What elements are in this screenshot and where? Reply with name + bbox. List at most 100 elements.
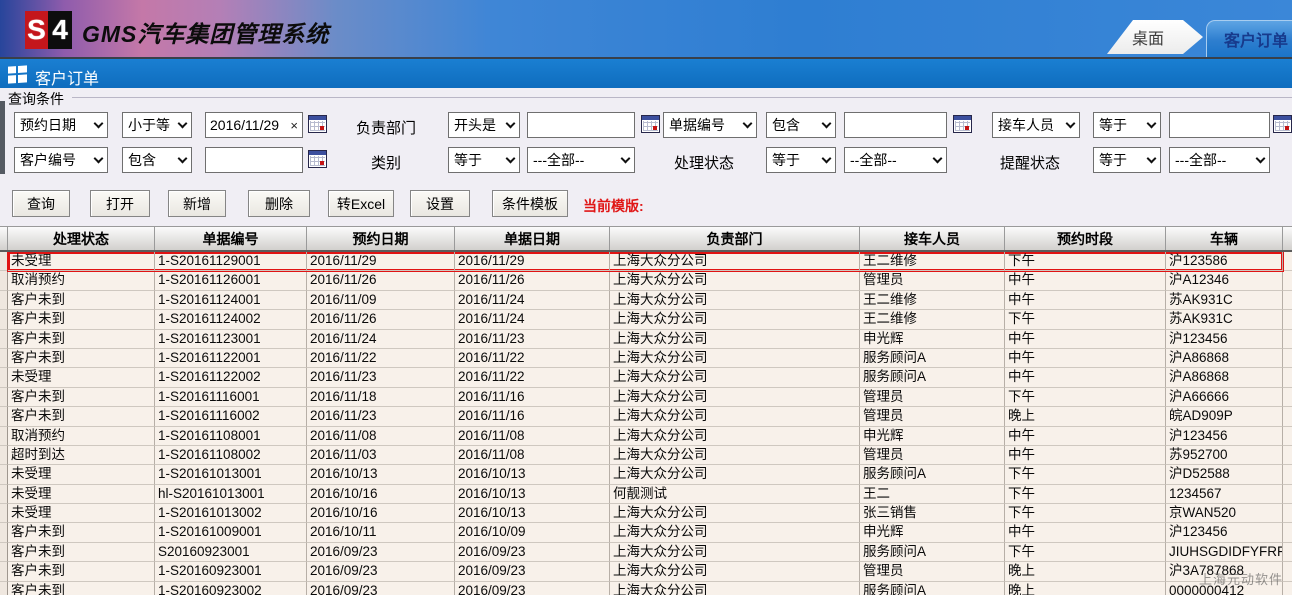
column-header[interactable]: 单据编号	[155, 227, 307, 250]
row-sliver	[1283, 291, 1292, 311]
table-row[interactable]: 超时到达 1-S20161108002 2016/11/03 2016/11/08 上海…	[0, 445, 1292, 466]
table-cell: 上海大众分公司	[610, 252, 860, 272]
query-button[interactable]: 查询	[12, 190, 70, 217]
row-selector[interactable]	[0, 523, 8, 543]
calendar-icon[interactable]	[1273, 115, 1292, 133]
row-selector[interactable]	[0, 445, 8, 466]
table-row[interactable]: 客户未到 1-S20161122001 2016/11/22 2016/11/22 上海…	[0, 348, 1292, 369]
table-row[interactable]: 客户未到 1-S20161123001 2016/11/24 2016/11/23 上海…	[0, 329, 1292, 349]
customer-no-input[interactable]	[205, 147, 303, 173]
table-cell: 上海大众分公司	[610, 387, 860, 408]
column-header[interactable]: 处理状态	[8, 227, 155, 250]
column-header[interactable]: 负责部门	[610, 227, 860, 250]
table-cell: 上海大众分公司	[610, 271, 860, 291]
op-select-customer-no[interactable]: 包含	[122, 147, 192, 173]
row-selector[interactable]	[0, 290, 8, 311]
field-select-appoint-date[interactable]: 预约日期	[14, 112, 108, 138]
dept-label: 负责部门	[356, 120, 417, 137]
to-excel-button[interactable]: 转Excel	[328, 190, 394, 217]
field-select-customer-no[interactable]: 客户编号	[14, 147, 108, 173]
condition-template-button[interactable]: 条件模板	[492, 190, 568, 217]
row-selector[interactable]	[0, 562, 8, 582]
op-select-category[interactable]: 等于	[448, 147, 520, 173]
chevron-down-icon	[742, 118, 753, 129]
row-selector[interactable]	[0, 581, 8, 595]
row-selector[interactable]	[0, 310, 8, 330]
settings-button[interactable]: 设置	[410, 190, 470, 217]
table-row[interactable]: 客户未到 1-S20160923002 2016/09/23 2016/09/23 上海…	[0, 581, 1292, 595]
table-cell: JIUHSGDIDFYFRF	[1166, 542, 1283, 563]
delete-button[interactable]: 删除	[248, 190, 310, 217]
table-cell: 2016/11/29	[455, 252, 610, 272]
op-select-receiver[interactable]: 等于	[1093, 112, 1161, 138]
column-header[interactable]: 接车人员	[860, 227, 1005, 250]
tab-customer-orders[interactable]: 客户订单	[1206, 20, 1292, 57]
table-cell: 2016/11/09	[307, 290, 455, 311]
column-header[interactable]: 单据日期	[455, 227, 610, 250]
new-button[interactable]: 新增	[168, 190, 226, 217]
table-row[interactable]: 客户未到 1-S20160923001 2016/09/23 2016/09/23 上海…	[0, 562, 1292, 582]
row-selector[interactable]	[0, 348, 8, 369]
table-cell: 下午	[1005, 387, 1166, 408]
op-select-process-status[interactable]: 等于	[766, 147, 836, 173]
calendar-icon[interactable]	[641, 115, 660, 133]
op-select-dept[interactable]: 开头是	[448, 112, 520, 138]
row-selector[interactable]	[0, 252, 8, 272]
table-cell: 客户未到	[8, 407, 155, 427]
chevron-down-icon	[93, 153, 104, 164]
clear-x-icon[interactable]: ×	[290, 119, 298, 132]
table-cell: 客户未到	[8, 310, 155, 330]
tab-desktop[interactable]: 桌面	[1107, 20, 1203, 54]
value-select-process-status[interactable]: --全部--	[844, 147, 947, 173]
column-header[interactable]: 车辆	[1166, 227, 1283, 250]
appoint-date-input[interactable]: 2016/11/29 ×	[205, 112, 303, 138]
calendar-icon[interactable]	[308, 150, 327, 168]
calendar-icon[interactable]	[308, 115, 327, 133]
table-cell: 下午	[1005, 484, 1166, 505]
op-select-appoint-date[interactable]: 小于等	[122, 112, 192, 138]
value-select-category[interactable]: ---全部--	[527, 147, 635, 173]
row-selector[interactable]	[0, 329, 8, 349]
row-selector[interactable]	[0, 465, 8, 485]
row-selector[interactable]	[0, 368, 8, 388]
table-row[interactable]: 客户未到 1-S20161116002 2016/11/23 2016/11/16 上海…	[0, 407, 1292, 427]
column-header[interactable]: 预约时段	[1005, 227, 1166, 250]
table-row[interactable]: 取消预约 1-S20161126001 2016/11/26 2016/11/26 上海…	[0, 271, 1292, 291]
open-button[interactable]: 打开	[90, 190, 150, 217]
table-row[interactable]: 未受理 1-S20161013001 2016/10/13 2016/10/13 上海大…	[0, 465, 1292, 485]
table-row[interactable]: 客户未到 1-S20161009001 2016/10/11 2016/10/09 上海…	[0, 523, 1292, 543]
table-row[interactable]: 取消预约 1-S20161108001 2016/11/08 2016/11/08 上海…	[0, 426, 1292, 446]
row-selector[interactable]	[0, 484, 8, 505]
table-row[interactable]: 客户未到 1-S20161124001 2016/11/09 2016/11/24 上海…	[0, 290, 1292, 311]
table-row[interactable]: 未受理 1-S20161013002 2016/10/16 2016/10/13 上海大…	[0, 504, 1292, 524]
table-row[interactable]: 未受理 1-S20161122002 2016/11/23 2016/11/22 上海大…	[0, 368, 1292, 388]
row-selector[interactable]	[0, 387, 8, 408]
calendar-icon[interactable]	[953, 115, 972, 133]
row-selector[interactable]	[0, 542, 8, 563]
table-cell: 申光辉	[860, 329, 1005, 349]
row-selector[interactable]	[0, 407, 8, 427]
op-select-doc-no[interactable]: 包含	[766, 112, 836, 138]
row-selector[interactable]	[0, 271, 8, 291]
doc-no-input[interactable]	[844, 112, 947, 138]
op-select-remind-status[interactable]: 等于	[1093, 147, 1161, 173]
table-row[interactable]: 客户未到 S20160923001 2016/09/23 2016/09/23 上海大众…	[0, 542, 1292, 563]
field-select-doc-no[interactable]: 单据编号	[663, 112, 757, 138]
row-selector[interactable]	[0, 426, 8, 446]
dept-input[interactable]	[527, 112, 635, 138]
value-select-remind-status[interactable]: ---全部--	[1169, 147, 1270, 173]
receiver-input[interactable]	[1169, 112, 1270, 138]
table-row[interactable]: 客户未到 1-S20161124002 2016/11/26 2016/11/24 上海…	[0, 310, 1292, 330]
table-row[interactable]: 未受理 hl-S20161013001 2016/10/16 2016/10/13 何靓…	[0, 484, 1292, 505]
row-sliver	[1283, 582, 1292, 595]
table-cell: 2016/11/18	[307, 387, 455, 408]
field-select-receiver[interactable]: 接车人员	[992, 112, 1080, 138]
table-cell: 客户未到	[8, 348, 155, 369]
row-selector[interactable]	[0, 504, 8, 524]
table-row[interactable]: 客户未到 1-S20161116001 2016/11/18 2016/11/16 上海…	[0, 387, 1292, 408]
table-cell: 沪A86868	[1166, 348, 1283, 369]
table-cell: 1-S20161124002	[155, 310, 307, 330]
table-cell: 客户未到	[8, 523, 155, 543]
column-header[interactable]: 预约日期	[307, 227, 455, 250]
table-row[interactable]: 未受理 1-S20161129001 2016/11/29 2016/11/29 上海大…	[0, 252, 1292, 272]
